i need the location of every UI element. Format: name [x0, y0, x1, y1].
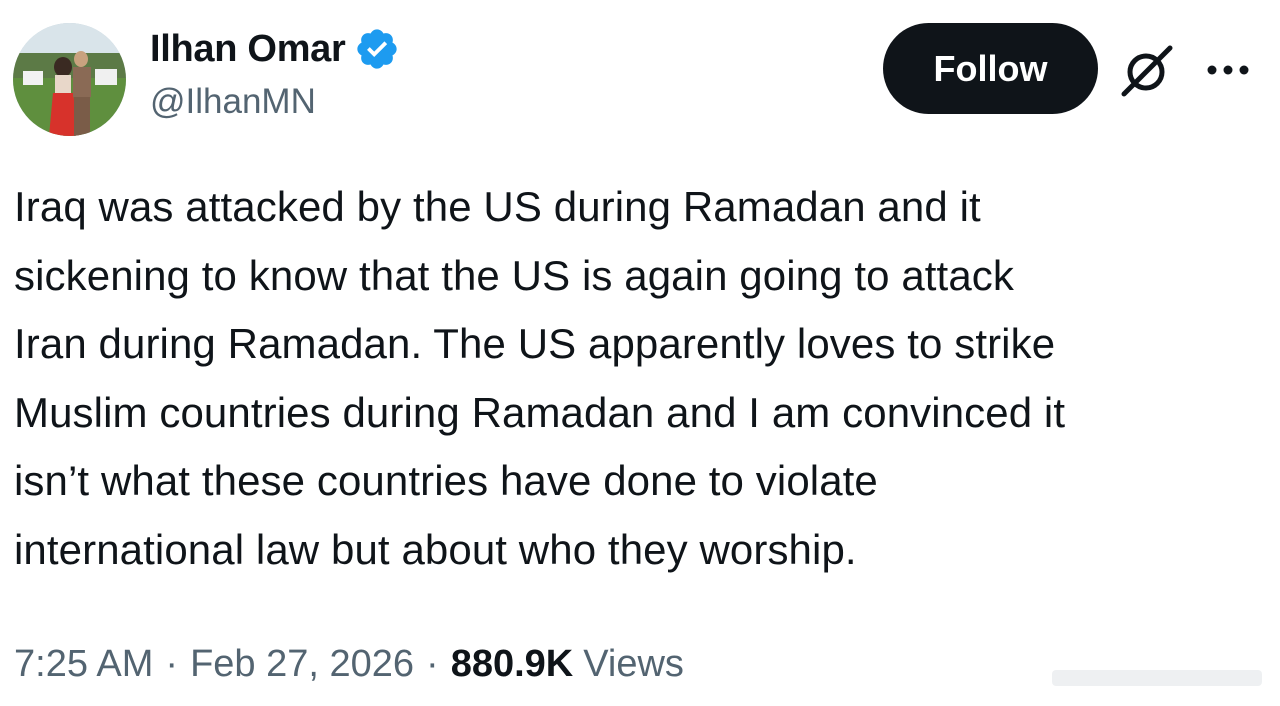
tweet-metadata: 7:25 AM · Feb 27, 2026 · 880.9K Views: [14, 636, 684, 692]
author-display-name[interactable]: Ilhan Omar: [150, 28, 346, 71]
meta-separator: ·: [165, 642, 179, 685]
tweet-time[interactable]: 7:25 AM: [14, 643, 153, 686]
author-name-row: Ilhan Omar: [150, 24, 400, 74]
tweet-date[interactable]: Feb 27, 2026: [190, 643, 414, 686]
author-handle[interactable]: @IlhanMN: [150, 82, 316, 122]
verified-badge-icon: [354, 26, 400, 72]
follow-button[interactable]: Follow: [883, 23, 1098, 114]
more-options-icon[interactable]: [1204, 55, 1252, 85]
avatar[interactable]: [13, 23, 126, 136]
tweet-card: Ilhan Omar @IlhanMN Follow Iraq was atta…: [0, 0, 1280, 706]
watermark: [1052, 662, 1272, 694]
views-label: Views: [583, 642, 684, 685]
grok-icon[interactable]: [1118, 42, 1176, 100]
views-count: 880.9K: [450, 642, 574, 685]
meta-separator: ·: [426, 642, 439, 685]
tweet-text: Iraq was attacked by the US during Ramad…: [14, 183, 1066, 573]
